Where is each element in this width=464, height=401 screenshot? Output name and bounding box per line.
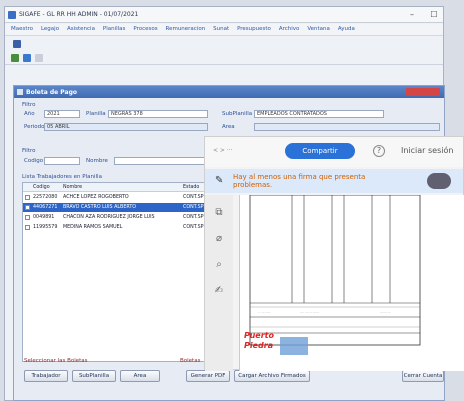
trabajador-button[interactable]: Trabajador [24,370,68,382]
signature-warning-banner: ✎ Hay al menos una firma que presenta pr… [205,169,463,193]
pdf-viewer: < > ··· Compartir ? Iniciar sesión ✎ Hay… [204,136,464,371]
table-row[interactable]: 22572080 ACHCE LOPEZ ROGOBERTO CONT.SPRA [23,193,211,202]
window-titlebar: SIGAFE - GL RR HH ADMIN - 01/07/2021 – ☐ [5,7,443,23]
signature-panel-button[interactable] [427,173,451,189]
table-header: Codigo Nombre Estado [23,183,211,192]
menu-procesos[interactable]: Procesos [133,26,157,32]
dialog-icon [17,89,23,95]
row-checkbox[interactable] [25,215,30,220]
app-logo-icon [8,11,16,19]
toolbar-top [5,37,443,51]
row-code: 22572080 [33,195,58,200]
area-label: Area [222,124,235,130]
list-title: Lista Trabajadores en Planilla [22,174,102,180]
search-icon[interactable]: ⌕ [213,259,225,271]
table-row[interactable]: 44067271 BRAVO CASTRO LUIS ALBERTO CONT.… [23,203,211,212]
subplanilla-label: SubPlanilla [222,111,253,117]
menu-maestro[interactable]: Maestro [11,26,33,32]
menu-bar: Maestro Legajo Asistencia Planillas Proc… [5,24,443,36]
ano-label: Año [24,111,35,117]
area-button[interactable]: Area [120,370,160,382]
column-header-estado: Estado [183,185,200,190]
menu-sunat[interactable]: Sunat [213,26,229,32]
planilla-label: Planilla [86,111,106,117]
minimize-button[interactable]: – [407,10,417,20]
logo-text-line2: Piedra [244,341,274,350]
document-page: ·· ···· ····· ···· ···· ··· ······ ·····… [239,194,464,371]
viewer-sidebar: ⧉ ⌀ ⌕ ✍ [205,195,233,371]
select-boletas-label: Seleccionar las Boletas [24,358,88,364]
periodo-label: Periodo [24,124,45,130]
refresh-icon[interactable] [11,54,19,62]
row-checkbox[interactable] [25,205,30,210]
row-code: 0049891 [33,215,55,220]
save-icon[interactable] [23,54,31,62]
menu-planillas[interactable]: Planillas [103,26,126,32]
row-name: ACHCE LOPEZ ROGOBERTO [63,195,129,200]
table-row[interactable]: 11995579 MEDINA RAMOS SAMUEL CONT.SPRA [23,223,211,232]
nav-controls[interactable]: < > ··· [213,147,233,154]
row-name: BRAVO CASTRO LUIS ALBERTO [63,205,137,210]
svg-text:···· ···· ··· ······: ···· ···· ··· ······ [300,310,319,314]
menu-asistencia[interactable]: Asistencia [67,26,95,32]
nombre-label: Nombre [86,158,108,164]
viewer-toolbar: < > ··· Compartir ? Iniciar sesión [205,137,463,167]
planilla-select[interactable]: NEGRAS 378 [108,110,208,118]
maximize-button[interactable]: ☐ [429,10,439,20]
subplanilla-select[interactable]: EMPLEADOS CONTRATADOS [254,110,384,118]
pen-icon: ✎ [215,175,224,186]
help-icon[interactable]: ? [373,145,385,157]
share-button-label: Compartir [302,147,338,155]
pages-icon[interactable]: ⧉ [213,207,225,219]
menu-archivo[interactable]: Archivo [279,26,300,32]
search-group-label: Filtro [22,148,36,154]
column-header-codigo: Codigo [33,185,50,190]
company-logo: Puerto Piedra [244,331,314,361]
generar-pdf-button[interactable]: Generar PDF [186,370,230,382]
row-code: 11995579 [33,225,58,230]
row-name: MEDINA RAMOS SAMUEL [63,225,123,230]
row-checkbox[interactable] [25,225,30,230]
menu-ventana[interactable]: Ventana [307,26,330,32]
codigo-input[interactable] [44,157,80,165]
filter-group-label: Filtro [22,102,36,108]
menu-ayuda[interactable]: Ayuda [338,26,355,32]
banner-text: Hay al menos una firma que presenta prob… [233,173,366,189]
dialog-titlebar: Boleta de Pago [14,86,444,98]
module-icon[interactable] [13,40,21,48]
svg-text:······· ···: ······· ··· [380,310,391,314]
ano-field[interactable]: 2021 [44,110,80,118]
area-select[interactable] [254,123,440,131]
signin-link[interactable]: Iniciar sesión [401,146,453,155]
blank-doc-icon[interactable] [35,54,43,62]
svg-text:·· ···· ·····: ·· ···· ····· [258,310,270,314]
share-button[interactable]: Compartir [285,143,355,159]
row-code: 44067271 [33,205,58,210]
periodo-select[interactable]: 05 ABRIL [44,123,208,131]
window-title: SIGAFE - GL RR HH ADMIN - 01/07/2021 [19,11,139,18]
cerrar-button[interactable]: Cerrar Cuenta [402,370,444,382]
row-name: CHACON AZA RODRIGUEZ JORGE LUIS [63,215,155,220]
column-header-nombre: Nombre [63,185,83,190]
toolbar-secondary [5,51,443,65]
menu-presupuesto[interactable]: Presupuesto [237,26,271,32]
logo-graphic [280,337,308,355]
cargar-archivo-button[interactable]: Cargar Archivo Firmados [234,370,310,382]
table-row[interactable]: 0049891 CHACON AZA RODRIGUEZ JORGE LUIS … [23,213,211,222]
menu-remuneracion[interactable]: Remuneracion [166,26,206,32]
workers-table: Codigo Nombre Estado 22572080 ACHCE LOPE… [22,182,212,362]
close-dialog-button[interactable] [406,88,440,96]
menu-legajo[interactable]: Legajo [41,26,59,32]
subplanilla-button[interactable]: SubPlanilla [72,370,116,382]
boletas-label: Boletas [180,358,201,364]
dialog-title: Boleta de Pago [26,89,77,96]
signature-icon[interactable]: ✍ [213,285,225,297]
attachment-icon[interactable]: ⌀ [213,233,225,245]
nombre-input[interactable] [114,157,208,165]
row-checkbox[interactable] [25,195,30,200]
logo-text-line1: Puerto [244,331,274,340]
codigo-label: Codigo [24,158,44,164]
